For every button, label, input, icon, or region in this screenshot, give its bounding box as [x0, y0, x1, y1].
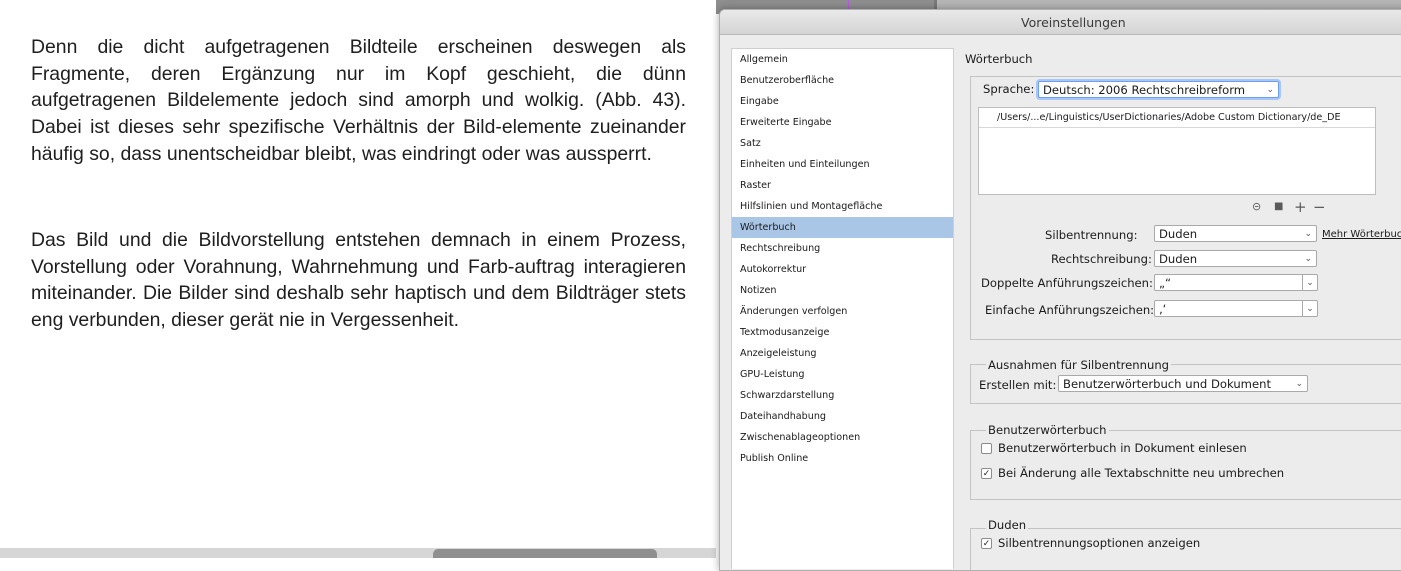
- sidebar-item-woerterbuch[interactable]: Wörterbuch: [732, 217, 953, 238]
- chevron-down-icon: ⌄: [1304, 229, 1312, 239]
- sidebar-item-dateihandhabung[interactable]: Dateihandhabung: [732, 406, 953, 427]
- sidebar-item-textmodusanzeige[interactable]: Textmodusanzeige: [732, 322, 953, 343]
- hyphenation-options-label: Silbentrennungsoptionen anzeigen: [998, 536, 1201, 550]
- user-dictionary-title: Benutzerwörterbuch: [986, 423, 1109, 437]
- spelling-select[interactable]: Duden ⌄: [1154, 250, 1317, 267]
- chevron-down-icon: ⌄: [1295, 379, 1303, 389]
- sidebar-item-allgemein[interactable]: Allgemein: [732, 49, 953, 70]
- preferences-dialog: Voreinstellungen Allgemein Benutzeroberf…: [719, 9, 1401, 571]
- merge-dictionary-checkbox[interactable]: [981, 443, 992, 454]
- compose-with-value: Benutzerwörterbuch und Dokument: [1063, 377, 1272, 391]
- hyphenation-value: Duden: [1159, 227, 1198, 241]
- language-select[interactable]: Deutsch: 2006 Rechtschreibreform ⌄: [1038, 81, 1279, 98]
- sidebar-item-gpu-leistung[interactable]: GPU-Leistung: [732, 364, 953, 385]
- hyphen-exceptions-title: Ausnahmen für Silbentrennung: [986, 358, 1172, 372]
- hyphenation-label: Silbentrennung:: [1045, 228, 1138, 242]
- double-quotes-label: Doppelte Anführungszeichen:: [981, 276, 1153, 290]
- hyphenation-options-checkbox[interactable]: ✓: [981, 538, 992, 549]
- chevron-down-icon: ⌄: [1304, 254, 1312, 264]
- sidebar-item-autokorrektur[interactable]: Autokorrektur: [732, 259, 953, 280]
- add-icon[interactable]: +: [1294, 200, 1307, 215]
- language-value: Deutsch: 2006 Rechtschreibreform: [1043, 83, 1246, 97]
- link-icon[interactable]: ⊝: [1252, 200, 1261, 214]
- sidebar-item-notizen[interactable]: Notizen: [732, 280, 953, 301]
- double-quotes-value: „“: [1159, 276, 1172, 290]
- chevron-down-icon: ⌄: [1266, 85, 1274, 95]
- remove-icon[interactable]: −: [1313, 200, 1326, 215]
- more-dictionaries-link[interactable]: Mehr Wörterbuch: [1322, 229, 1401, 240]
- compose-with-label: Erstellen mit:: [979, 378, 1057, 392]
- dialog-title: Voreinstellungen: [1021, 15, 1126, 30]
- panel-heading: Wörterbuch: [965, 52, 1033, 66]
- dictionary-list-item[interactable]: /Users/...e/Linguistics/UserDictionaries…: [979, 108, 1375, 128]
- sidebar-item-raster[interactable]: Raster: [732, 175, 953, 196]
- language-label: Sprache:: [983, 82, 1035, 96]
- sidebar-item-erweiterte-eingabe[interactable]: Erweiterte Eingabe: [732, 112, 953, 133]
- sidebar-item-benutzeroberflaeche[interactable]: Benutzeroberfläche: [732, 70, 953, 91]
- body-paragraph: Das Bild und die Bildvorstellung entsteh…: [31, 229, 686, 332]
- single-quotes-label: Einfache Anführungszeichen:: [985, 303, 1155, 317]
- single-quotes-value: ‚‘: [1159, 302, 1167, 316]
- sidebar-item-hilfslinien[interactable]: Hilfslinien und Montagefläche: [732, 196, 953, 217]
- sidebar-item-publish-online[interactable]: Publish Online: [732, 448, 953, 469]
- chevron-down-icon: ⌄: [1302, 301, 1317, 316]
- double-quotes-select[interactable]: „“ ⌄: [1154, 274, 1318, 291]
- spelling-value: Duden: [1159, 252, 1198, 266]
- single-quotes-select[interactable]: ‚‘ ⌄: [1154, 300, 1318, 317]
- scrollbar-thumb[interactable]: [433, 549, 657, 558]
- sidebar-item-einheiten[interactable]: Einheiten und Einteilungen: [732, 154, 953, 175]
- sidebar-item-rechtschreibung[interactable]: Rechtschreibung: [732, 238, 953, 259]
- dialog-titlebar[interactable]: Voreinstellungen: [720, 10, 1401, 35]
- sidebar-item-aenderungen[interactable]: Änderungen verfolgen: [732, 301, 953, 322]
- recompose-checkbox[interactable]: ✓: [981, 468, 992, 479]
- sidebar-item-anzeigeleistung[interactable]: Anzeigeleistung: [732, 343, 953, 364]
- preferences-sidebar: Allgemein Benutzeroberfläche Eingabe Erw…: [731, 48, 954, 569]
- document-page: Denn die dicht aufgetragenen Bildteile e…: [0, 0, 716, 558]
- sidebar-item-satz[interactable]: Satz: [732, 133, 953, 154]
- chevron-down-icon: ⌄: [1302, 275, 1317, 290]
- duden-title: Duden: [986, 518, 1029, 532]
- sidebar-item-schwarzdarstellung[interactable]: Schwarzdarstellung: [732, 385, 953, 406]
- compose-with-select[interactable]: Benutzerwörterbuch und Dokument ⌄: [1058, 375, 1308, 392]
- spelling-label: Rechtschreibung:: [1051, 252, 1152, 266]
- sidebar-item-eingabe[interactable]: Eingabe: [732, 91, 953, 112]
- dictionary-list[interactable]: /Users/...e/Linguistics/UserDictionaries…: [978, 107, 1376, 195]
- sidebar-item-zwischenablage[interactable]: Zwischenablageoptionen: [732, 427, 953, 448]
- merge-dictionary-label: Benutzerwörterbuch in Dokument einlesen: [998, 441, 1247, 455]
- recompose-label: Bei Änderung alle Textabschnitte neu umb…: [998, 466, 1285, 480]
- dictionary-icon[interactable]: ■: [1274, 200, 1283, 214]
- hyphenation-select[interactable]: Duden ⌄: [1154, 225, 1317, 242]
- body-paragraph: Denn die dicht aufgetragenen Bildteile e…: [31, 36, 686, 165]
